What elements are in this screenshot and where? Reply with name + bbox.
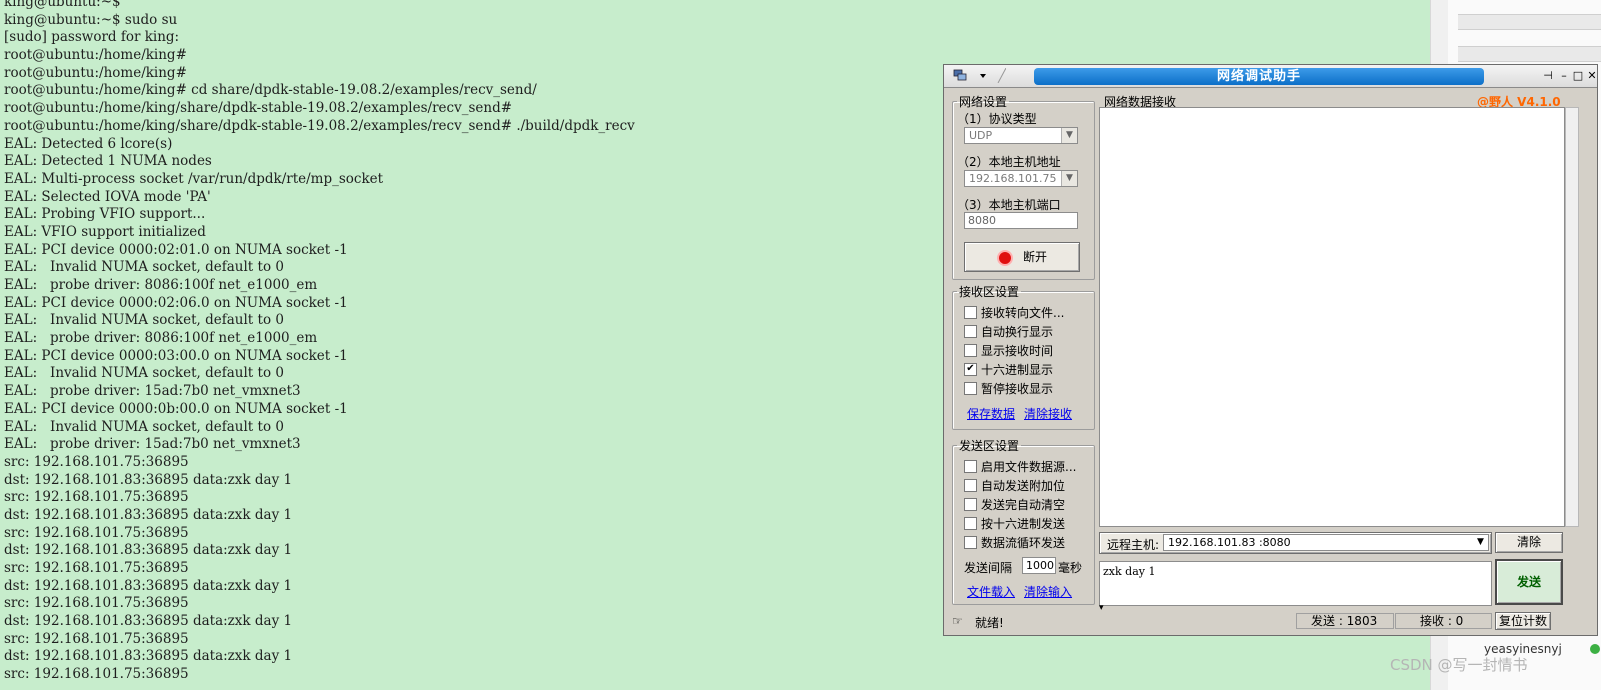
status-ready: 就绪! [975, 616, 1004, 630]
send-option-4-label: 数据流循环发送 [981, 536, 1066, 550]
clear-input-link[interactable]: 清除输入 [1024, 583, 1072, 600]
chevron-down-icon: ▾ [1099, 603, 1104, 613]
disconnect-button[interactable]: 断开 [964, 242, 1080, 272]
clear-receive-link[interactable]: 清除接收 [1024, 405, 1072, 422]
file-load-link[interactable]: 文件载入 [967, 583, 1015, 600]
recv-option-4-checkbox[interactable] [964, 382, 977, 395]
send-interval-unit: 毫秒 [1058, 561, 1083, 575]
hand-pointer-icon: ☞ [952, 614, 963, 628]
host-value: 192.168.101.75 [969, 172, 1057, 185]
send-interval-input[interactable]: 1000 [1022, 557, 1056, 574]
send-settings-legend: 发送区设置 [959, 439, 1020, 453]
remote-host-row: 远程主机: 192.168.101.83 :8080 ▼ [1099, 532, 1492, 554]
recv-option-2-checkbox[interactable] [964, 344, 977, 357]
protocol-value: UDP [969, 129, 993, 142]
net-assistant-window[interactable]: 网络调试助手 ⊣ – □ ✕ 网络设置 （1）协议类型 UDP ▼ （2）本地主… [943, 64, 1598, 636]
window-title: 网络调试助手 [1034, 68, 1484, 85]
terminal-line: king@ubuntu:~$ sudo su [4, 11, 178, 28]
chevron-down-icon[interactable]: ▼ [1473, 535, 1488, 550]
protocol-select[interactable]: UDP ▼ [964, 127, 1078, 144]
recv-settings-legend: 接收区设置 [959, 285, 1020, 299]
chevron-down-icon[interactable]: ▼ [1061, 171, 1077, 186]
recv-option-0-checkbox[interactable] [964, 306, 977, 319]
remote-host-select[interactable]: 192.168.101.83 :8080 ▼ [1163, 534, 1489, 551]
pin-icon[interactable]: ⊣ [1541, 69, 1555, 83]
system-menu-button[interactable] [952, 67, 1007, 84]
send-option-4-checkbox[interactable] [964, 536, 977, 549]
send-option-1-checkbox[interactable] [964, 479, 977, 492]
terminal-line: dst: 192.168.101.83:36895 data:zxk day 1 [4, 648, 293, 665]
clear-button[interactable]: 清除 [1495, 532, 1563, 553]
recv-option-3-checkbox[interactable]: ✔ [964, 363, 977, 376]
save-data-link[interactable]: 保存数据 [967, 405, 1015, 422]
status-dot-icon [1590, 644, 1600, 654]
connection-status-icon [996, 249, 1013, 266]
remote-host-label: 远程主机: [1107, 538, 1160, 552]
net-settings-legend: 网络设置 [959, 95, 1008, 109]
terminal-line: king@ubuntu:~$ [4, 0, 121, 10]
sent-counter: 发送 : 1803 [1296, 613, 1394, 629]
send-option-3-checkbox[interactable] [964, 517, 977, 530]
title-bar[interactable]: 网络调试助手 ⊣ – □ ✕ [944, 65, 1597, 88]
receive-textarea[interactable] [1099, 107, 1565, 527]
receive-scrollbar[interactable] [1565, 107, 1579, 527]
terminal-line: root@ubuntu:/home/king# [4, 47, 187, 64]
toolbar-strip [1458, 46, 1601, 62]
send-option-0-checkbox[interactable] [964, 460, 977, 473]
terminal-line: [sudo] password for king: [4, 29, 180, 46]
send-option-1-label: 自动发送附加位 [981, 479, 1066, 493]
port-input[interactable]: 8080 [964, 212, 1078, 229]
recv-option-0-label: 接收转向文件... [981, 306, 1065, 320]
recv-option-4-label: 暂停接收显示 [981, 382, 1054, 396]
recv-option-1-label: 自动换行显示 [981, 325, 1054, 339]
network-icon [953, 67, 1007, 84]
recv-option-1-checkbox[interactable] [964, 325, 977, 338]
toolbar-strip [1458, 14, 1601, 30]
chevron-down-icon[interactable]: ▼ [1061, 128, 1077, 143]
send-textarea[interactable]: zxk day 1 [1099, 561, 1492, 606]
host-label: （2）本地主机地址 [957, 155, 1061, 169]
minimize-button[interactable]: – [1557, 69, 1571, 83]
port-label: （3）本地主机端口 [957, 198, 1061, 212]
terminal-line: src: 192.168.101.75:36895 [4, 666, 189, 683]
protocol-label: （1）协议类型 [957, 112, 1037, 126]
watermark: CSDN @写一封情书 [1390, 656, 1528, 674]
send-button[interactable]: 发送 [1495, 559, 1563, 605]
recv-option-2-label: 显示接收时间 [981, 344, 1054, 358]
recv-option-3-label: 十六进制显示 [981, 363, 1054, 377]
remote-host-value: 192.168.101.83 :8080 [1168, 536, 1291, 549]
send-interval-label: 发送间隔 [964, 561, 1013, 575]
maximize-button[interactable]: □ [1571, 69, 1585, 83]
send-option-2-checkbox[interactable] [964, 498, 977, 511]
received-counter: 接收 : 0 [1395, 613, 1492, 629]
send-option-0-label: 启用文件数据源... [981, 460, 1077, 474]
reset-counter-button[interactable]: 复位计数 [1495, 612, 1551, 630]
disconnect-label: 断开 [1022, 250, 1047, 264]
send-option-3-label: 按十六进制发送 [981, 517, 1066, 531]
host-select[interactable]: 192.168.101.75 ▼ [964, 170, 1078, 187]
close-button[interactable]: ✕ [1585, 69, 1599, 83]
send-option-2-label: 发送完自动清空 [981, 498, 1066, 512]
